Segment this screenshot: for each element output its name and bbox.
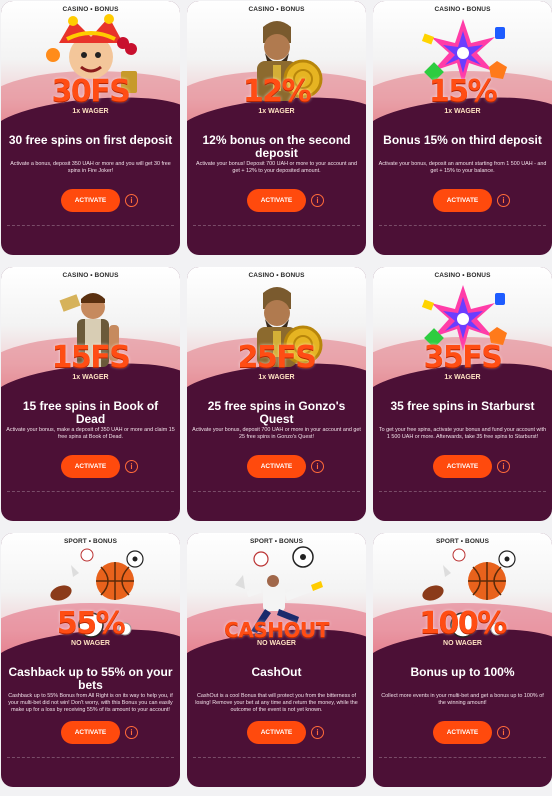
bonus-description: Cashback up to 55% Bonus from All Right …: [8, 693, 173, 714]
card-category-tag: CASINO • BONUS: [248, 272, 305, 279]
info-icon[interactable]: i: [311, 726, 324, 739]
bonus-description: Activate your bonus, deposit 700 UAH or …: [192, 427, 361, 441]
card-divider: [379, 491, 546, 492]
card-divider: [379, 225, 546, 226]
bonus-card: CASINO • BONUS 15FS 1x WAGER 15 free spi…: [1, 267, 180, 521]
wager-label: NO WAGER: [71, 640, 110, 647]
info-icon[interactable]: i: [311, 194, 324, 207]
card-category-tag: CASINO • BONUS: [434, 272, 491, 279]
info-icon[interactable]: i: [125, 194, 138, 207]
card-category-tag: CASINO • BONUS: [248, 6, 305, 13]
bonus-title: 25 free spins in Gonzo's Quest: [207, 399, 346, 426]
bonus-card: SPORT • BONUS 100% NO WAGER Bonus up to …: [373, 533, 552, 787]
bonus-description: Activate your bonus, make a deposit of 3…: [6, 427, 175, 441]
bonus-description: Activate a bonus, deposit 350 UAH or mor…: [10, 161, 171, 175]
wager-label: 1x WAGER: [444, 374, 481, 381]
bonus-description: Collect more events in your multi-bet an…: [381, 693, 544, 707]
wager-label: 1x WAGER: [444, 108, 481, 115]
bonus-title: 15 free spins in Book of Dead: [22, 399, 159, 426]
activate-button[interactable]: ACTIVATE: [433, 455, 492, 478]
bonus-amount: 15%: [428, 74, 498, 109]
card-category-tag: CASINO • BONUS: [62, 6, 119, 13]
activate-button[interactable]: ACTIVATE: [433, 189, 492, 212]
card-category-tag: SPORT • BONUS: [63, 538, 118, 545]
bonus-title: Cashback up to 55% on your bets: [8, 665, 173, 692]
activate-button[interactable]: ACTIVATE: [61, 189, 120, 212]
bonus-amount: 55%: [56, 606, 126, 641]
info-icon[interactable]: i: [497, 194, 510, 207]
bonus-title: 35 free spins in Starburst: [390, 399, 535, 413]
activate-button[interactable]: ACTIVATE: [247, 721, 306, 744]
bonus-description: CashOut is a cool Bonus that will protec…: [195, 693, 358, 714]
wager-label: 1x WAGER: [258, 108, 295, 115]
bonus-amount: 30FS: [51, 74, 131, 109]
bonus-description: Activate your bonus, deposit an amount s…: [378, 161, 547, 175]
bonus-card: SPORT • BONUS 55% NO WAGER Cashback up t…: [1, 533, 180, 787]
bonus-description: Activate your bonus! Deposit 700 UAH or …: [196, 161, 357, 175]
wager-label: NO WAGER: [257, 640, 296, 647]
info-icon[interactable]: i: [125, 726, 138, 739]
wager-label: NO WAGER: [443, 640, 482, 647]
activate-button[interactable]: ACTIVATE: [247, 455, 306, 478]
bonus-amount: 12%: [242, 74, 312, 109]
card-category-tag: SPORT • BONUS: [249, 538, 304, 545]
activate-button[interactable]: ACTIVATE: [247, 189, 306, 212]
card-divider: [193, 491, 360, 492]
wager-label: 1x WAGER: [258, 374, 295, 381]
bonus-description: To get your free spins, activate your bo…: [378, 427, 547, 441]
bonus-title: 12% bonus on the second deposit: [202, 133, 351, 160]
bonus-amount: 25FS: [237, 340, 317, 375]
wager-label: 1x WAGER: [72, 108, 109, 115]
bonus-title: 30 free spins on first deposit: [8, 133, 173, 147]
bonus-amount: 100%: [419, 606, 507, 641]
bonus-title: Bonus 15% on third deposit: [383, 133, 542, 147]
info-icon[interactable]: i: [311, 460, 324, 473]
bonus-card: SPORT • BONUS CASHOUT NO WAGER CashOut C…: [187, 533, 366, 787]
card-category-tag: CASINO • BONUS: [434, 6, 491, 13]
info-icon[interactable]: i: [497, 460, 510, 473]
bonus-grid: CASINO • BONUS 30FS 1x WAGER 30 free spi…: [0, 0, 552, 796]
bonus-amount: 15FS: [51, 340, 131, 375]
bonus-card: CASINO • BONUS 35FS 1x WAGER 35 free spi…: [373, 267, 552, 521]
activate-button[interactable]: ACTIVATE: [61, 721, 120, 744]
bonus-card: CASINO • BONUS 15% 1x WAGER Bonus 15% on…: [373, 1, 552, 255]
bonus-card: CASINO • BONUS 12% 1x WAGER 12% bonus on…: [187, 1, 366, 255]
card-divider: [379, 757, 546, 758]
activate-button[interactable]: ACTIVATE: [61, 455, 120, 478]
bonus-title: Bonus up to 100%: [410, 665, 515, 679]
activate-button[interactable]: ACTIVATE: [433, 721, 492, 744]
bonus-card: CASINO • BONUS 25FS 1x WAGER 25 free spi…: [187, 267, 366, 521]
info-icon[interactable]: i: [497, 726, 510, 739]
card-divider: [7, 491, 174, 492]
bonus-amount: 35FS: [423, 340, 503, 375]
card-category-tag: CASINO • BONUS: [62, 272, 119, 279]
info-icon[interactable]: i: [125, 460, 138, 473]
card-divider: [7, 225, 174, 226]
wager-label: 1x WAGER: [72, 374, 109, 381]
card-divider: [193, 225, 360, 226]
card-divider: [193, 757, 360, 758]
bonus-title: CashOut: [251, 665, 302, 679]
card-category-tag: SPORT • BONUS: [435, 538, 490, 545]
card-divider: [7, 757, 174, 758]
bonus-card: CASINO • BONUS 30FS 1x WAGER 30 free spi…: [1, 1, 180, 255]
